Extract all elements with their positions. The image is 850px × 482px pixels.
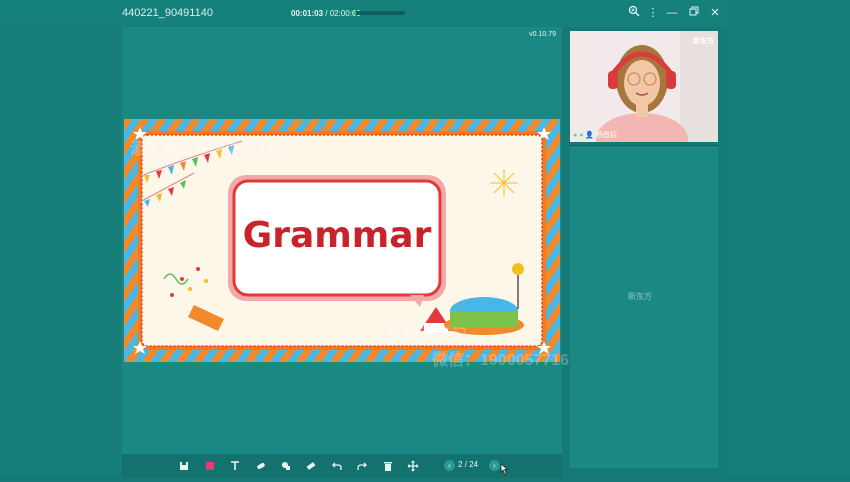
close-icon[interactable]: ✕ (707, 5, 723, 21)
camera-icon[interactable]: ● (579, 132, 583, 139)
watermark-line-3: 微信：1900057716 (432, 352, 569, 369)
page-indicator: 2 / 24 (458, 460, 478, 469)
teacher-name: 杨晋钰 (596, 132, 618, 139)
board-toolbar: ‹ 2 / 24 › (122, 454, 562, 478)
page-current: 2 (458, 460, 463, 469)
more-icon[interactable]: ⋮ (645, 5, 661, 21)
user-icon: 👤 (585, 132, 595, 139)
move-icon[interactable] (407, 459, 421, 473)
eraser-icon[interactable] (305, 459, 319, 473)
slide-heading: Grammar (242, 215, 432, 256)
panel-logo: 新东方 (628, 292, 652, 301)
elapsed-time: 00:01:03 (291, 9, 324, 18)
class-timer: 00:01:03 / 02:00:00 (291, 9, 361, 18)
minimize-icon[interactable]: — (664, 5, 680, 21)
page-separator: / (464, 460, 467, 469)
trash-icon[interactable] (382, 459, 396, 473)
whiteboard: v0.10.79 Grammar 添加微信1900057716 张姐爱学习 微信… (122, 27, 569, 454)
watermark-line-1: 添加微信1900057716 (130, 141, 283, 158)
shape-tool-icon[interactable] (280, 459, 294, 473)
right-padding (728, 0, 850, 478)
title-bar: 440221_90491140 00:01:03 / 02:00:00 ⋮ — … (0, 0, 728, 27)
marker-icon[interactable] (255, 459, 269, 473)
redo-icon[interactable] (356, 459, 370, 473)
page-total: 24 (469, 460, 479, 469)
mouse-cursor-icon (498, 463, 512, 477)
video-logo: 新东方 (693, 38, 714, 45)
save-icon[interactable] (178, 459, 192, 473)
prev-page-icon[interactable]: ‹ (444, 460, 455, 471)
restore-icon[interactable] (686, 5, 702, 21)
text-tool-icon[interactable] (229, 459, 243, 473)
mic-icon[interactable]: ● (573, 132, 577, 139)
zoom-icon[interactable] (626, 5, 642, 21)
version-label: v0.10.79 (529, 31, 556, 38)
color-picker-icon[interactable] (204, 459, 218, 473)
teacher-portrait (570, 31, 718, 142)
left-padding (0, 0, 122, 478)
class-progress-fill (353, 11, 356, 15)
teacher-nameplate: ● ● 👤 杨晋钰 (573, 130, 617, 140)
window-title: 440221_90491140 (122, 7, 213, 19)
watermark-line-2: 张姐爱学习 (387, 327, 468, 344)
teacher-video: 新东方 ● ● 👤 杨晋钰 (570, 31, 718, 142)
class-progress-bar (353, 11, 405, 15)
undo-icon[interactable] (331, 459, 345, 473)
side-panel: 新东方 (570, 145, 718, 468)
